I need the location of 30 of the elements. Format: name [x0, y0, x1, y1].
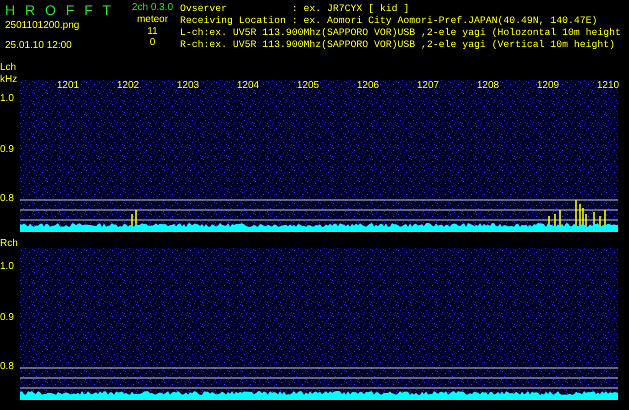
time-axis-label: 1204: [236, 80, 260, 92]
time-axis-label: 1207: [416, 80, 440, 92]
file-name: 2501101200.png: [5, 20, 80, 32]
info-line: L-ch:ex. UV5R 113.900Mhz(SAPPORO VOR)USB ,2-ele yagi (Holozontal 10m height: [180, 27, 621, 39]
unit-label: kHz: [0, 74, 18, 86]
time-axis-label: 1202: [116, 80, 140, 92]
channel-label: Lch: [0, 62, 18, 74]
y-axis-label: 0.9: [0, 312, 14, 324]
date-time: 25.01.10 12:00: [5, 40, 73, 52]
counter-label: meteor: [136, 14, 168, 26]
info-line: Ovserver : ex. JR7CYX [ kid ]: [180, 3, 410, 15]
time-axis-label: 1206: [356, 80, 380, 92]
y-axis-label: 0.8: [0, 193, 14, 206]
y-axis-label: 1.0: [0, 260, 14, 273]
time-axis-label: 1208: [476, 80, 500, 92]
time-axis-label: 1201: [56, 80, 80, 92]
time-axis-label: 1210: [596, 80, 620, 92]
version-label: 2ch 0.3.0: [132, 2, 174, 14]
time-axis-label: 1203: [176, 80, 200, 92]
y-axis-label: 0.9: [0, 144, 14, 156]
y-axis-label: 1.0: [0, 92, 14, 105]
time-axis-label: 1209: [536, 80, 560, 92]
time-axis-label: 1205: [296, 80, 320, 92]
meteor-count: 11: [147, 26, 158, 37]
meteor-count: 0: [150, 37, 156, 48]
y-axis-label: 0.8: [0, 361, 14, 374]
info-line: R-ch:ex. UV5R 113.900Mhz(SAPPORO VOR)USB ,2-ele yagi (Vertical 10m height): [180, 39, 616, 51]
info-line: Receiving Location : ex. Aomori City Aomori-Pref.JAPAN(40.49N, 140.47E): [180, 15, 598, 27]
channel-label: Rch: [0, 238, 19, 250]
app-title: H R O F F T: [5, 2, 112, 18]
